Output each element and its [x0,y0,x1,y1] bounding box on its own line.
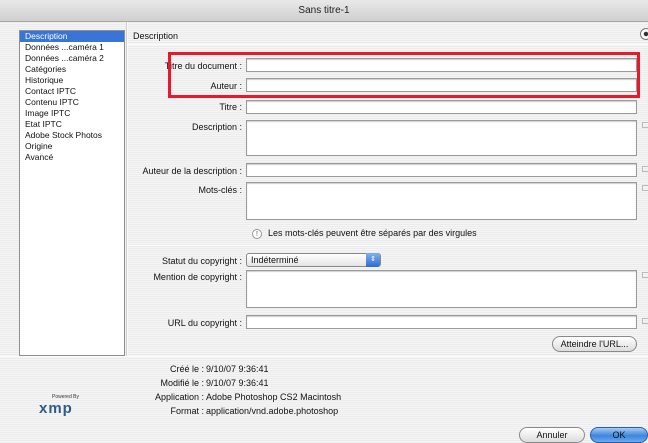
keywords-field[interactable] [246,182,637,220]
sidebar-item-origin[interactable]: Origine [20,141,124,152]
divider [128,245,648,246]
field-marker [642,318,648,324]
divider [128,44,648,45]
sidebar-item-adobe-stock-photos[interactable]: Adobe Stock Photos [20,130,124,141]
title-label: Titre : [219,102,242,112]
description-author-label: Auteur de la description : [142,166,242,176]
select-arrows-icon: ⇕ [366,253,380,267]
description-field[interactable] [246,120,637,156]
description-label: Description : [191,122,242,132]
field-marker [642,185,648,191]
copyright-status-select[interactable]: Indéterminé ⇕ [246,253,381,267]
modified-value: 9/10/07 9:36:41 [206,378,269,388]
field-marker [642,122,648,128]
title-field[interactable] [246,100,637,114]
sidebar-item-advanced[interactable]: Avancé [20,152,124,163]
format-label: Format : [170,406,204,416]
created-label: Créé le : [169,364,204,374]
format-value: application/vnd.adobe.photoshop [206,406,339,416]
field-marker [642,272,648,278]
sidebar-item-iptc-contact[interactable]: Contact IPTC [20,86,124,97]
keywords-label: Mots-clés : [198,185,242,195]
section-title: Description [133,31,179,41]
sidebar-item-history[interactable]: Historique [20,75,124,86]
created-value: 9/10/07 9:36:41 [206,364,269,374]
application-label: Application : [154,392,204,402]
copyright-status-label: Statut du copyright : [161,256,242,266]
cancel-button[interactable]: Annuler [519,427,585,443]
sidebar-item-categories[interactable]: Catégories [20,64,124,75]
ok-button[interactable]: OK [590,427,648,443]
divider [0,356,648,357]
keywords-hint: ! Les mots-clés peuvent être séparés par … [252,228,477,239]
copyright-notice-label: Mention de copyright : [153,272,242,282]
keywords-hint-text: Les mots-clés peuvent être séparés par d… [268,228,477,238]
info-icon: ! [252,229,262,239]
sidebar-item-iptc-content[interactable]: Contenu IPTC [20,97,124,108]
xmp-logo: xmp [39,400,73,417]
application-value: Adobe Photoshop CS2 Macintosh [206,392,342,402]
highlight-box [168,52,640,98]
copyright-status-value: Indéterminé [251,255,299,265]
goto-url-button[interactable]: Atteindre l'URL... [552,336,637,352]
modified-label: Modifié le : [160,378,204,388]
options-radio[interactable] [640,28,648,40]
field-marker [642,166,648,172]
sidebar-item-iptc-status[interactable]: Etat IPTC [20,119,124,130]
category-list[interactable]: Description Données ...caméra 1 Données … [19,30,125,356]
window-titlebar: Sans titre-1 [0,0,648,22]
copyright-url-field[interactable] [246,315,637,329]
copyright-url-label: URL du copyright : [167,318,242,328]
description-author-field[interactable] [246,163,637,177]
sidebar-item-camera-data-2[interactable]: Données ...caméra 2 [20,53,124,64]
sidebar-item-description[interactable]: Description [20,31,124,42]
sidebar-item-camera-data-1[interactable]: Données ...caméra 1 [20,42,124,53]
sidebar-item-iptc-image[interactable]: Image IPTC [20,108,124,119]
copyright-notice-field[interactable] [246,270,637,308]
window-title: Sans titre-1 [298,5,350,16]
